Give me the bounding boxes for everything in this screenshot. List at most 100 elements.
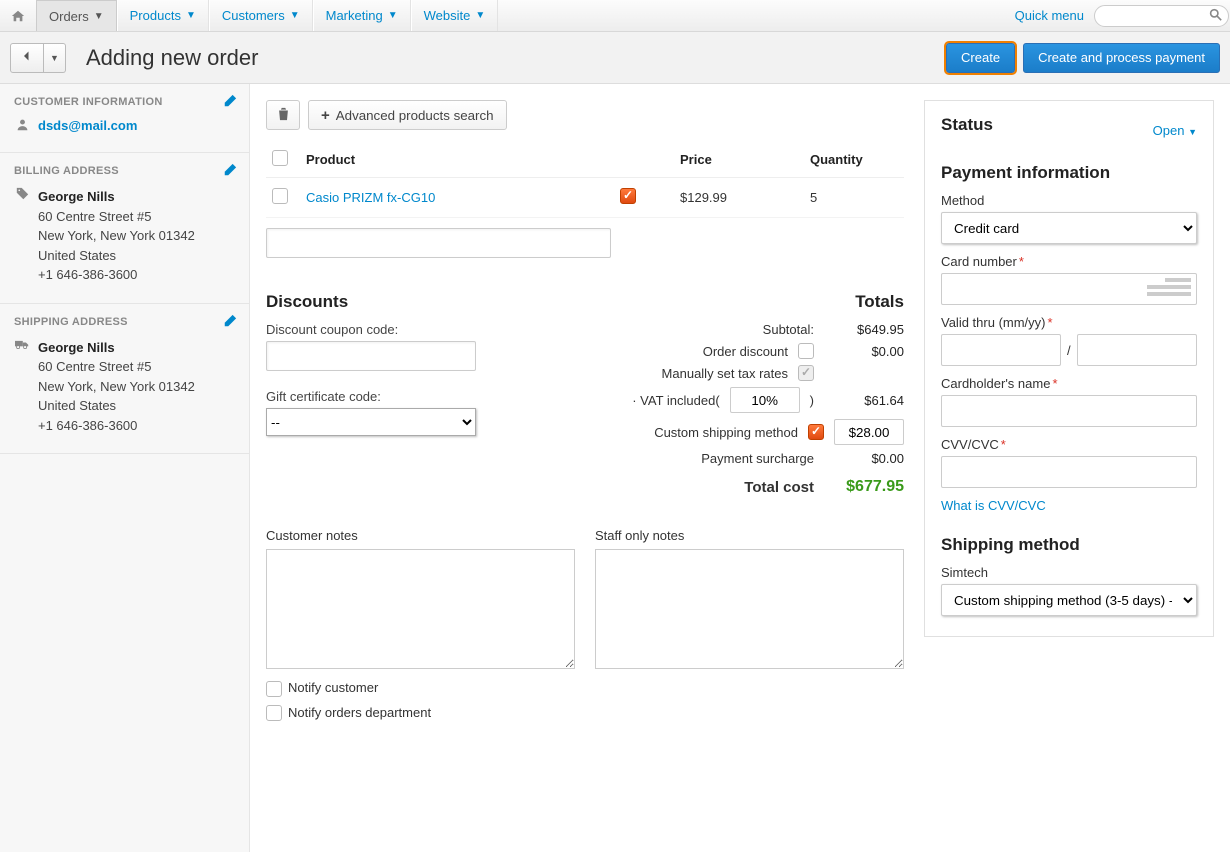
search-icon[interactable] bbox=[1209, 8, 1222, 24]
cvv-input[interactable] bbox=[941, 456, 1197, 488]
notify-dept-row: Notify orders department bbox=[266, 705, 904, 722]
page-title: Adding new order bbox=[86, 45, 938, 71]
title-bar: ▼ Adding new order Create Create and pro… bbox=[0, 32, 1230, 84]
nav-tab-customers[interactable]: Customers▼ bbox=[209, 0, 313, 31]
user-icon bbox=[14, 118, 30, 134]
staff-notes-label: Staff only notes bbox=[595, 528, 904, 543]
gift-label: Gift certificate code: bbox=[266, 389, 572, 404]
totals-heading: Totals bbox=[585, 292, 904, 312]
customer-notes-label: Customer notes bbox=[266, 528, 575, 543]
customer-notes-input[interactable] bbox=[266, 549, 575, 669]
custship-checkbox[interactable] bbox=[808, 424, 824, 440]
caret-down-icon: ▼ bbox=[186, 10, 196, 21]
surcharge-value: $0.00 bbox=[824, 451, 904, 466]
shipping-street: 60 Centre Street #5 bbox=[38, 357, 195, 377]
manualtax-checkbox[interactable] bbox=[798, 365, 814, 381]
select-all-checkbox[interactable] bbox=[272, 150, 288, 166]
cvv-label: CVV/CVC bbox=[941, 437, 1197, 452]
customer-info-block: CUSTOMER INFORMATION dsds@mail.com bbox=[0, 84, 249, 153]
nav-tab-marketing[interactable]: Marketing▼ bbox=[313, 0, 411, 31]
right-panel: Status Open ▼ Payment information Method… bbox=[924, 100, 1214, 637]
row-checkbox[interactable] bbox=[272, 188, 288, 204]
discounts-section: Discounts Discount coupon code: Gift cer… bbox=[266, 258, 572, 436]
nav-tab-orders[interactable]: Orders▼ bbox=[36, 0, 117, 31]
manualtax-label: Manually set tax rates bbox=[585, 366, 788, 381]
coupon-label: Discount coupon code: bbox=[266, 322, 572, 337]
caret-down-icon: ▼ bbox=[94, 11, 104, 22]
delete-button[interactable] bbox=[266, 100, 300, 130]
card-icon bbox=[1147, 278, 1191, 300]
status-dropdown[interactable]: Open ▼ bbox=[1153, 123, 1197, 138]
caret-down-icon: ▼ bbox=[1188, 127, 1197, 137]
product-link[interactable]: Casio PRIZM fx-CG10 bbox=[306, 190, 435, 205]
totalcost-value: $677.95 bbox=[824, 478, 904, 496]
method-select[interactable]: Credit card bbox=[941, 212, 1197, 244]
vat-pct-input[interactable] bbox=[730, 387, 800, 413]
back-history-dropdown[interactable]: ▼ bbox=[44, 43, 66, 73]
add-product-input[interactable] bbox=[266, 228, 611, 258]
price-override-checkbox[interactable] bbox=[620, 188, 636, 204]
shipping-heading: SHIPPING ADDRESS bbox=[14, 316, 235, 328]
payment-heading: Payment information bbox=[941, 163, 1197, 183]
shipmethod-vendor: Simtech bbox=[941, 565, 1197, 580]
caret-down-icon: ▼ bbox=[290, 10, 300, 21]
product-qty: 5 bbox=[804, 178, 904, 218]
sidebar: CUSTOMER INFORMATION dsds@mail.com BILLI… bbox=[0, 84, 250, 852]
orderdisc-value: $0.00 bbox=[824, 344, 904, 359]
custship-label: Custom shipping method bbox=[585, 425, 798, 440]
edit-icon[interactable] bbox=[223, 94, 237, 111]
col-price: Price bbox=[674, 142, 804, 178]
holder-input[interactable] bbox=[941, 395, 1197, 427]
billing-address-block: BILLING ADDRESS George Nills 60 Centre S… bbox=[0, 153, 249, 304]
advanced-search-button[interactable]: + Advanced products search bbox=[308, 100, 507, 130]
shipping-country: United States bbox=[38, 396, 195, 416]
global-search bbox=[1094, 0, 1222, 31]
shipping-name: George Nills bbox=[38, 338, 195, 358]
shipmethod-select[interactable]: Custom shipping method (3-5 days) - $28.… bbox=[941, 584, 1197, 616]
shipping-address-block: SHIPPING ADDRESS George Nills 60 Centre … bbox=[0, 304, 249, 455]
cvv-help-link[interactable]: What is CVV/CVC bbox=[941, 498, 1046, 513]
coupon-input[interactable] bbox=[266, 341, 476, 371]
valid-yy-input[interactable] bbox=[1077, 334, 1197, 366]
center-column: + Advanced products search Product Price… bbox=[266, 100, 904, 721]
caret-down-icon: ▼ bbox=[475, 10, 485, 21]
staff-notes-input[interactable] bbox=[595, 549, 904, 669]
caret-down-icon: ▼ bbox=[388, 10, 398, 21]
products-table: Product Price Quantity Casio PRIZM fx-CG… bbox=[266, 142, 904, 218]
create-button[interactable]: Create bbox=[946, 43, 1015, 73]
totalcost-label: Total cost bbox=[585, 479, 814, 496]
col-qty: Quantity bbox=[804, 142, 904, 178]
cardnum-label: Card number bbox=[941, 254, 1197, 269]
customer-email-link[interactable]: dsds@mail.com bbox=[38, 118, 137, 133]
notify-dept-checkbox[interactable] bbox=[266, 705, 282, 721]
nav-tab-website[interactable]: Website▼ bbox=[411, 0, 499, 31]
totals-section: Totals Subtotal: $649.95 Order discount … bbox=[585, 258, 904, 502]
orderdisc-checkbox[interactable] bbox=[798, 343, 814, 359]
nav-tab-products[interactable]: Products▼ bbox=[117, 0, 209, 31]
shipping-citystate: New York, New York 01342 bbox=[38, 377, 195, 397]
billing-name: George Nills bbox=[38, 187, 195, 207]
method-label: Method bbox=[941, 193, 1197, 208]
quick-menu-link[interactable]: Quick menu bbox=[1015, 0, 1084, 31]
holder-label: Cardholder's name bbox=[941, 376, 1197, 391]
home-icon[interactable] bbox=[0, 0, 36, 31]
valid-mm-input[interactable] bbox=[941, 334, 1061, 366]
customer-info-heading: CUSTOMER INFORMATION bbox=[14, 96, 235, 108]
subtotal-label: Subtotal: bbox=[585, 322, 814, 337]
billing-heading: BILLING ADDRESS bbox=[14, 165, 235, 177]
gift-select[interactable]: -- bbox=[266, 408, 476, 436]
custship-input[interactable] bbox=[834, 419, 904, 445]
notify-customer-row: Notify customer bbox=[266, 680, 904, 697]
billing-citystate: New York, New York 01342 bbox=[38, 226, 195, 246]
edit-icon[interactable] bbox=[223, 314, 237, 331]
notify-customer-checkbox[interactable] bbox=[266, 681, 282, 697]
back-button[interactable] bbox=[10, 43, 44, 73]
validthru-label: Valid thru (mm/yy) bbox=[941, 315, 1197, 330]
truck-icon bbox=[14, 338, 30, 353]
shipmethod-heading: Shipping method bbox=[941, 535, 1197, 555]
top-nav: Orders▼ Products▼ Customers▼ Marketing▼ … bbox=[0, 0, 1230, 32]
create-and-process-button[interactable]: Create and process payment bbox=[1023, 43, 1220, 73]
orderdisc-label: Order discount bbox=[585, 344, 788, 359]
edit-icon[interactable] bbox=[223, 163, 237, 180]
tag-icon bbox=[14, 187, 30, 203]
